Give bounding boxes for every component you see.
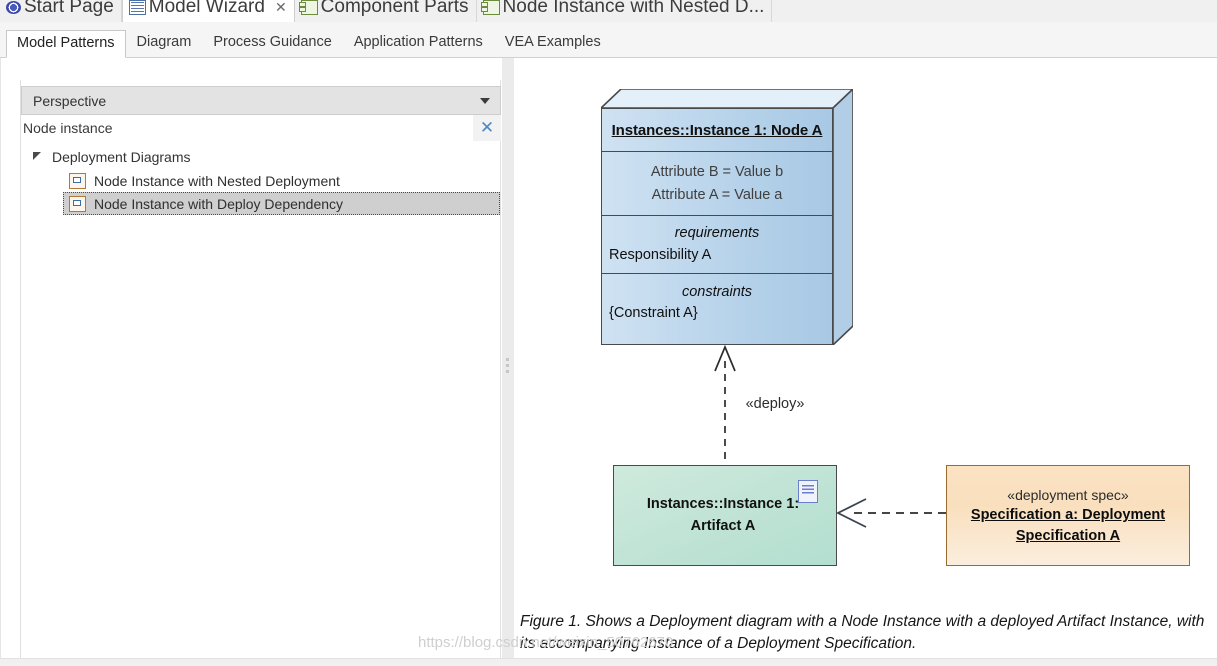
window-tab-start-page[interactable]: Start Page (0, 0, 122, 22)
tree-item-label: Node Instance with Nested Deployment (94, 172, 340, 189)
perspective-label: Perspective (33, 92, 107, 109)
artifact-line-2: Artifact A (690, 517, 756, 534)
tree-item-node-instance-nested-deployment[interactable]: Node Instance with Nested Deployment (63, 169, 500, 192)
node-attribute: Attribute B = Value b (650, 164, 784, 181)
document-icon (128, 0, 146, 15)
section-key: constraints (681, 283, 753, 300)
tab-label: Diagram (136, 34, 192, 51)
artifact-document-icon (798, 480, 818, 503)
filter-value[interactable]: Node instance (23, 120, 113, 136)
node-face: Instances::Instance 1: Node A Attribute … (601, 108, 833, 345)
clear-filter-icon[interactable]: ✕ (473, 115, 501, 141)
node-attribute: Attribute A = Value a (651, 186, 783, 203)
tree-item-node-instance-deploy-dependency[interactable]: Node Instance with Deploy Dependency (63, 192, 500, 215)
node-title: Instances::Instance 1: Node A (602, 109, 832, 152)
component-icon (480, 0, 500, 15)
node-requirements-section: requirements Responsibility A (602, 216, 832, 274)
start-page-icon (6, 0, 21, 14)
node-constraints-section: constraints {Constraint A} (602, 274, 832, 332)
tree-group-deployment-diagrams[interactable]: Deployment Diagrams (21, 145, 501, 169)
inner-tab-row: Model Patterns Diagram Process Guidance … (0, 22, 1217, 58)
section-value: {Constraint A} (609, 305, 698, 321)
spec-name: Specification a: Deployment Specificatio… (971, 505, 1165, 546)
spec-line-2: Specification A (1015, 527, 1121, 544)
window-tab-label: Component Parts (320, 0, 469, 17)
tab-model-patterns[interactable]: Model Patterns (6, 30, 126, 58)
dependency-arrow[interactable] (834, 488, 949, 538)
tab-label: Model Patterns (17, 34, 115, 51)
component-icon (298, 0, 318, 15)
tab-diagram[interactable]: Diagram (126, 29, 203, 57)
figure-caption-line-1: Figure 1. Shows a Deployment diagram wit… (520, 613, 1106, 630)
tab-application-patterns[interactable]: Application Patterns (343, 29, 494, 57)
tree-group-label: Deployment Diagrams (52, 149, 191, 165)
perspective-dropdown[interactable]: Perspective (21, 86, 501, 115)
splitter-grip[interactable] (506, 358, 509, 361)
diagram-preview-area: Instances::Instance 1: Node A Attribute … (514, 58, 1217, 666)
tab-label: Application Patterns (353, 34, 483, 51)
tab-vea-examples[interactable]: VEA Examples (494, 29, 612, 57)
spec-line-1: Specification a: Deployment (970, 507, 1166, 524)
panel-splitter[interactable] (502, 58, 514, 666)
window-tab-node-instance-nested[interactable]: Node Instance with Nested D... (476, 0, 773, 22)
tree-item-label: Node Instance with Deploy Dependency (94, 195, 344, 212)
window-tab-component-parts[interactable]: Component Parts (294, 0, 477, 22)
pattern-tree: Deployment Diagrams Node Instance with N… (21, 145, 501, 215)
pattern-icon (69, 172, 86, 189)
panel-gutter (0, 58, 20, 666)
expand-triangle-icon[interactable] (33, 152, 41, 160)
filter-row: Node instance ✕ (21, 115, 501, 141)
artifact-instance-shape[interactable]: Instances::Instance 1: Artifact A (613, 465, 837, 566)
watermark: https://blog.csdn.net/weixin_50762670 (418, 634, 674, 651)
section-key: requirements (674, 225, 760, 242)
chevron-down-icon[interactable] (480, 97, 490, 104)
window-tab-label: Node Instance with Nested D... (502, 0, 765, 17)
section-value: Responsibility A (609, 246, 712, 263)
node-instance-shape[interactable]: Instances::Instance 1: Node A Attribute … (601, 89, 853, 345)
window-tab-model-wizard[interactable]: Model Wizard ✕ (121, 0, 295, 22)
dependency-arrow-line (835, 498, 946, 528)
pattern-icon (69, 195, 86, 212)
artifact-label: Instances::Instance 1: Artifact A (647, 494, 803, 536)
tab-label: VEA Examples (504, 34, 601, 51)
tab-process-guidance[interactable]: Process Guidance (202, 29, 342, 57)
tab-label: Process Guidance (213, 34, 332, 51)
close-icon[interactable]: ✕ (275, 0, 287, 16)
deploy-stereotype-label: «deploy» (745, 396, 805, 412)
window-tab-label: Model Wizard (148, 0, 265, 17)
spec-stereotype: «deployment spec» (1007, 487, 1129, 504)
deployment-spec-shape[interactable]: «deployment spec» Specification a: Deplo… (946, 465, 1190, 566)
window-tab-label: Start Page (24, 0, 114, 17)
bottom-strip (0, 658, 1217, 666)
node-attributes: Attribute B = Value b Attribute A = Valu… (602, 152, 832, 216)
window-tab-strip: Start Page Model Wizard ✕ Component Part… (0, 0, 1217, 23)
artifact-line-1: Instances::Instance 1: (646, 496, 800, 513)
